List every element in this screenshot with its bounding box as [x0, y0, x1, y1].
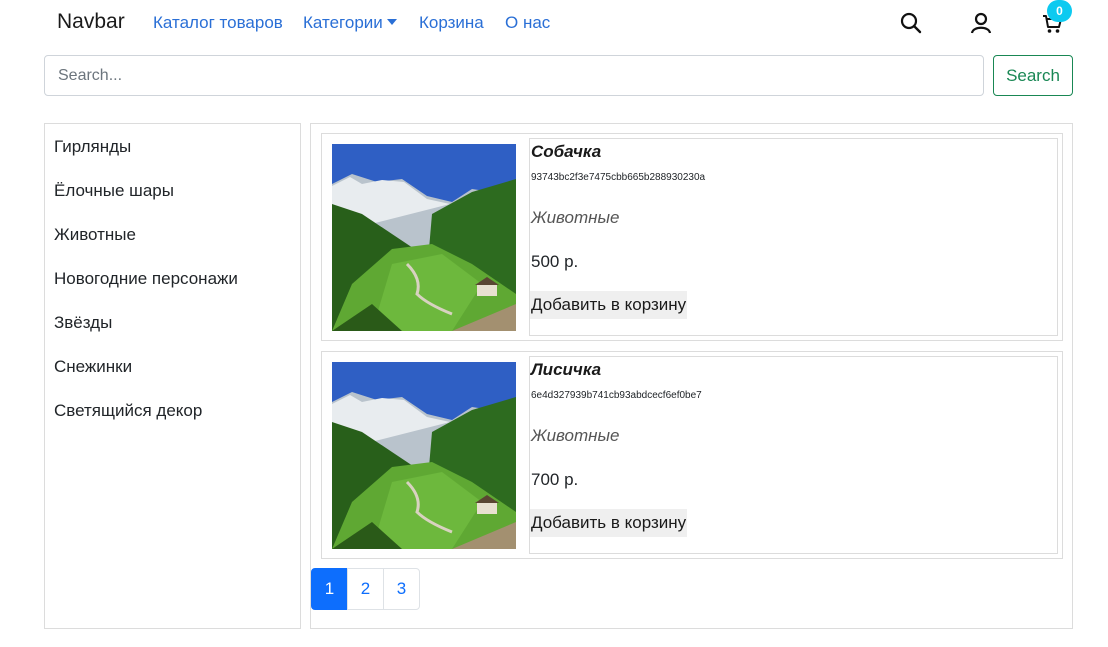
- product-image[interactable]: [332, 144, 516, 331]
- product-card: Собачка 93743bc2f3e7475cbb665b288930230a…: [321, 133, 1063, 341]
- sidebar-item-balls[interactable]: Ёлочные шары: [54, 181, 174, 201]
- page-2-button[interactable]: 2: [347, 568, 384, 610]
- sidebar-item-stars[interactable]: Звёзды: [54, 313, 112, 333]
- nav-link-categories-label: Категории: [303, 13, 383, 32]
- product-title[interactable]: Лисичка: [531, 360, 601, 380]
- sidebar-item-animals[interactable]: Животные: [54, 225, 136, 245]
- search-icon[interactable]: [898, 10, 924, 36]
- nav-link-about[interactable]: О нас: [505, 13, 550, 33]
- page-3-button[interactable]: 3: [383, 568, 420, 610]
- search-button[interactable]: Search: [993, 55, 1073, 96]
- search-input[interactable]: [44, 55, 984, 96]
- product-category: Животные: [531, 426, 620, 445]
- nav-link-cart[interactable]: Корзина: [419, 13, 484, 33]
- sidebar-item-characters[interactable]: Новогодние персонажи: [54, 269, 238, 289]
- product-id: 6e4d327939b741cb93abdcecf6ef0be7: [531, 390, 702, 401]
- add-to-cart-button[interactable]: Добавить в корзину: [530, 509, 688, 537]
- product-id: 93743bc2f3e7475cbb665b288930230a: [531, 172, 706, 183]
- navbar-brand[interactable]: Navbar: [57, 10, 125, 34]
- nav-dropdown-categories[interactable]: Категории: [303, 13, 397, 33]
- cart-count-badge: 0: [1047, 0, 1072, 22]
- pagination: 1 2 3: [311, 568, 420, 610]
- product-list: Собачка 93743bc2f3e7475cbb665b288930230a…: [310, 123, 1073, 629]
- product-card: Лисичка 6e4d327939b741cb93abdcecf6ef0be7…: [321, 351, 1063, 559]
- sidebar-item-glowing-decor[interactable]: Светящийся декор: [54, 401, 202, 421]
- add-to-cart-button[interactable]: Добавить в корзину: [530, 291, 688, 319]
- nav-link-catalog[interactable]: Каталог товаров: [153, 13, 283, 33]
- sidebar-item-snowflakes[interactable]: Снежинки: [54, 357, 132, 377]
- page-1-button[interactable]: 1: [311, 568, 348, 610]
- caret-down-icon: [386, 19, 397, 25]
- user-icon[interactable]: [968, 10, 994, 36]
- product-title[interactable]: Собачка: [531, 142, 601, 162]
- navbar: Navbar Каталог товаров Категории Корзина…: [0, 0, 1108, 50]
- product-category: Животные: [531, 208, 620, 227]
- category-sidebar: Гирлянды Ёлочные шары Животные Новогодни…: [44, 123, 301, 629]
- product-image[interactable]: [332, 362, 516, 549]
- product-price: 500 р.: [531, 252, 579, 271]
- product-price: 700 р.: [531, 470, 579, 489]
- sidebar-item-garlands[interactable]: Гирлянды: [54, 137, 131, 157]
- product-info: Собачка 93743bc2f3e7475cbb665b288930230a…: [529, 138, 1058, 336]
- product-info: Лисичка 6e4d327939b741cb93abdcecf6ef0be7…: [529, 356, 1058, 554]
